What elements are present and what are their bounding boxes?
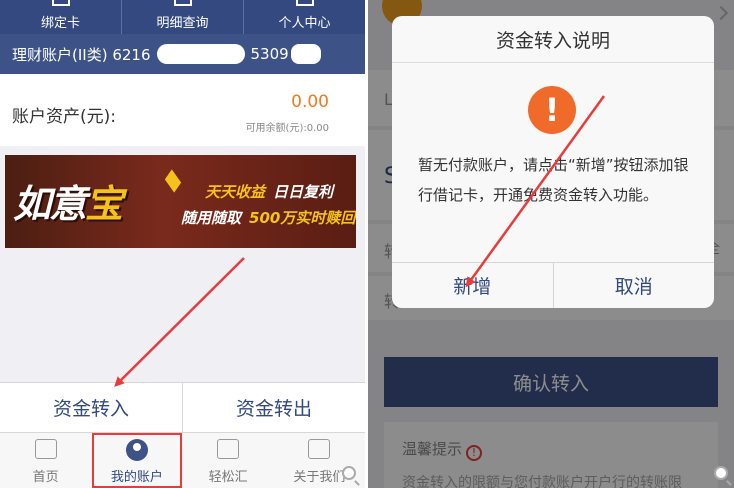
bottom-tab-bar: 首页 我的账户 轻松汇 关于我们 [0,432,365,488]
asset-label: 账户资产(元): [12,107,116,127]
nav-label: 个人中心 [278,16,331,31]
tab-label: 轻松汇 [208,470,248,485]
tab-easy-remit[interactable]: 轻松汇 [183,433,274,488]
slogan-2b: 500万实时赎回 [249,209,356,227]
nav-detail-query[interactable]: 明细查询 [122,0,244,34]
dialog-message: 暂无付款账户，请点击“新增”按钮添加银行借记卡，开通免费资金转入功能。 [418,156,689,204]
banner-title-part2: 宝 [85,182,123,226]
highlight-box [92,433,182,488]
add-button[interactable]: 新增 [392,263,554,308]
tab-my-account[interactable]: 我的账户 [91,433,182,488]
transfer-screen: L S 转 全 转 确认转入 温馨提示! 资金转入的限额与您付款账户开户行的转账… [368,0,734,488]
screenshot-root: 绑定卡 明细查询 个人中心 理财账户(II类) 6216 5309 账户资产(元… [0,0,734,488]
nav-bind-card[interactable]: 绑定卡 [0,0,122,34]
banner-title-part1: 如意 [13,182,87,226]
warning-icon: ! [528,86,576,134]
account-screen: 绑定卡 明细查询 个人中心 理财账户(II类) 6216 5309 账户资产(元… [0,0,365,488]
home-icon [34,439,57,459]
slogan-2a: 随用随取 [181,209,242,227]
transfer-info-dialog: 资金转入说明 ! 暂无付款账户，请点击“新增”按钮添加银行借记卡，开通免费资金转… [392,16,714,308]
fund-actions: 资金转入 资金转出 [0,382,365,432]
cancel-button[interactable]: 取消 [554,263,715,308]
available-balance: 可用余额(元):0.00 [245,123,329,134]
top-nav: 绑定卡 明细查询 个人中心 [0,0,365,34]
diamond-icon [164,169,182,193]
nav-personal-center[interactable]: 个人中心 [244,0,365,34]
divider [392,62,714,63]
slogan-1b: 日日复利 [273,183,334,201]
ruyibao-banner[interactable]: 如意宝 天天收益 日日复利 随用随取 500万实时赎回 [5,155,356,248]
asset-summary: 账户资产(元): 0.00 可用余额(元):0.00 [0,74,365,146]
slogan-1a: 天天收益 [205,183,266,201]
account-prefix: 理财账户(II类) 6216 [12,45,151,64]
tab-home[interactable]: 首页 [0,433,91,488]
redaction-mask [290,44,321,64]
nav-label: 绑定卡 [40,16,80,31]
document-icon [173,0,192,6]
card-icon [51,0,70,6]
banner-title: 如意宝 [13,173,123,228]
banner-slogan-1: 天天收益 日日复利 [205,181,333,202]
account-suffix: 5309 [250,45,289,63]
asset-value: 0.00 [291,92,329,112]
transfer-out-button[interactable]: 资金转出 [183,383,365,432]
people-icon [308,439,331,459]
currency-icon [217,439,240,459]
tab-label: 首页 [32,470,59,485]
redaction-mask [156,44,245,64]
zoom-icon[interactable] [714,466,728,480]
transfer-in-button[interactable]: 资金转入 [0,383,183,432]
account-number-bar: 理财账户(II类) 6216 5309 [0,34,365,74]
dialog-buttons: 新增 取消 [392,262,714,308]
banner-slogan-2: 随用随取 500万实时赎回 [181,207,355,228]
nav-label: 明细查询 [156,16,209,31]
dialog-title: 资金转入说明 [495,30,610,52]
zoom-icon[interactable] [342,466,356,480]
person-icon [295,0,314,6]
tab-about-us[interactable]: 关于我们 [274,433,365,488]
